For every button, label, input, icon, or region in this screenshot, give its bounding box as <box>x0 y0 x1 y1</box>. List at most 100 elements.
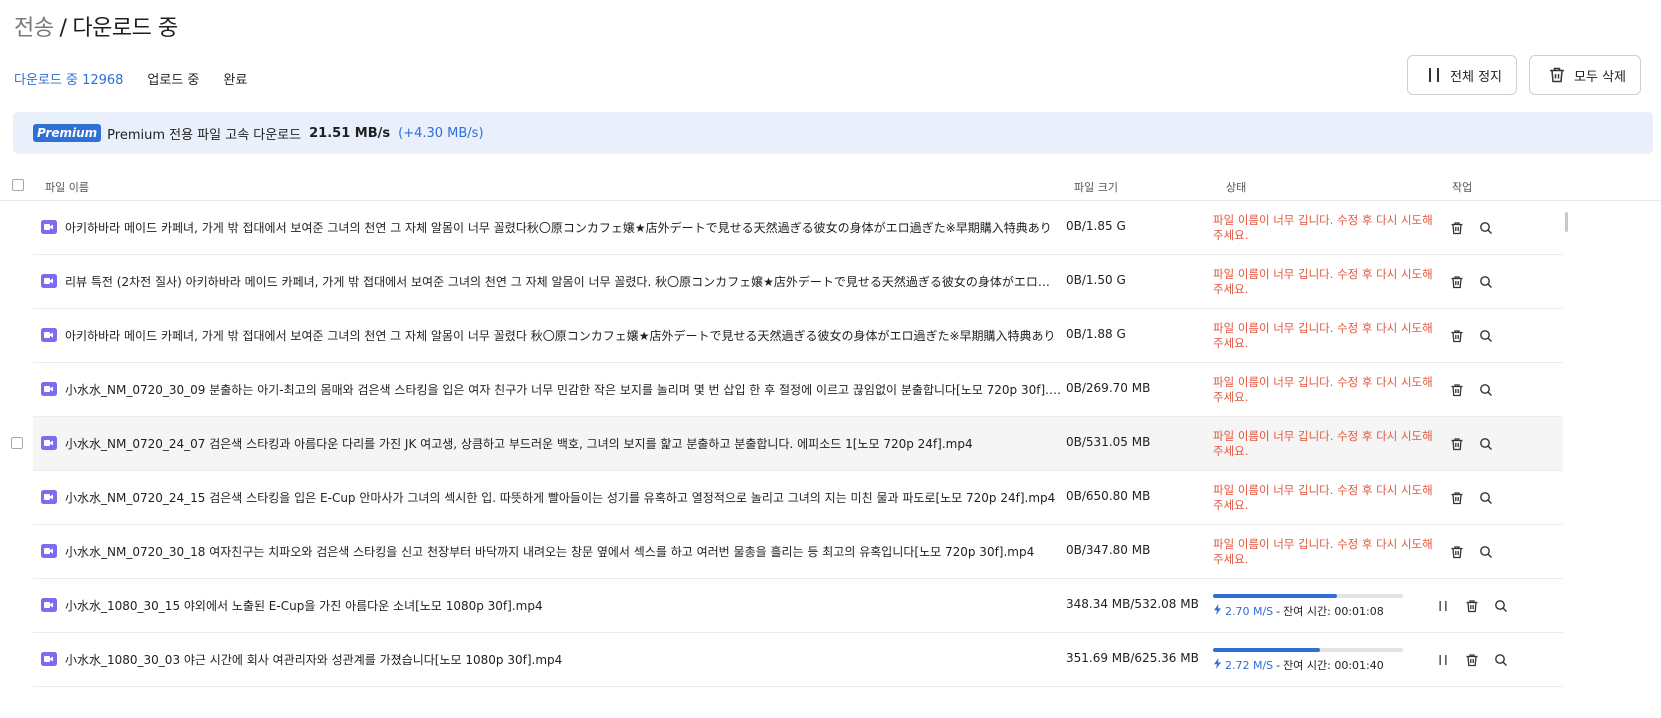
download-progress: 2.70 M/S - 잔여 시간: 00:01:08 <box>1213 594 1403 619</box>
file-name: 리뷰 특전 (2차전 질사) 아키하바라 메이드 카페녀, 가게 밖 접대에서 … <box>65 275 1061 289</box>
file-size: 0B/650.80 MB <box>1066 489 1151 503</box>
progress-info: 2.72 M/S - 잔여 시간: 00:01:40 <box>1213 657 1403 673</box>
row-actions <box>1448 219 1494 236</box>
search-icon[interactable] <box>1477 435 1494 452</box>
row-actions <box>1448 381 1494 398</box>
status-error-text: 파일 이름이 너무 깁니다. 수정 후 다시 시도해주세요. <box>1213 375 1433 404</box>
progress-fill <box>1213 648 1320 652</box>
row-checkbox[interactable] <box>11 437 23 449</box>
transfer-tabs: 다운로드 중 12968 업로드 중 완료 <box>14 69 247 88</box>
file-size: 0B/347.80 MB <box>1066 543 1151 557</box>
video-file-icon <box>40 650 58 668</box>
row-actions <box>1434 651 1509 668</box>
delete-icon[interactable] <box>1448 381 1465 398</box>
file-size: 0B/531.05 MB <box>1066 435 1151 449</box>
pause-all-button[interactable]: 전체 정지 <box>1407 55 1518 95</box>
scrollbar-thumb[interactable] <box>1565 212 1568 232</box>
table-row[interactable]: 小水水_NM_0720_30_09 분출하는 아기-최고의 몸매와 검은색 스타… <box>33 363 1563 417</box>
file-size: 348.34 MB/532.08 MB <box>1066 597 1199 611</box>
column-header-name[interactable]: 파일 이름 <box>45 179 89 195</box>
delete-icon[interactable] <box>1448 543 1465 560</box>
table-row[interactable]: 小水水_1080_30_03 야근 시간에 회사 여관리자와 성관계를 가졌습니… <box>33 633 1563 687</box>
time-remaining: 잔여 시간: 00:01:40 <box>1283 659 1384 672</box>
premium-banner: Premium Premium 전용 파일 고속 다운로드 21.51 MB/s… <box>13 112 1653 154</box>
file-size: 0B/269.70 MB <box>1066 381 1151 395</box>
row-actions <box>1448 489 1494 506</box>
column-header-status: 상태 <box>1226 181 1247 194</box>
toolbar-actions: 전체 정지 모두 삭제 <box>1407 55 1641 95</box>
column-header-action: 작업 <box>1452 181 1473 194</box>
pause-icon[interactable] <box>1434 651 1451 668</box>
video-file-icon <box>40 218 58 236</box>
file-name: 小水水_1080_30_15 야외에서 노출된 E-Cup을 가진 아름다운 소… <box>65 599 543 613</box>
video-file-icon <box>40 380 58 398</box>
delete-icon[interactable] <box>1448 435 1465 452</box>
pause-icon[interactable] <box>1434 597 1451 614</box>
pause-icon <box>1426 67 1442 83</box>
time-remaining: 잔여 시간: 00:01:08 <box>1283 605 1384 618</box>
search-icon[interactable] <box>1477 489 1494 506</box>
search-icon[interactable] <box>1492 597 1509 614</box>
delete-icon[interactable] <box>1463 651 1480 668</box>
file-size: 0B/1.50 G <box>1066 273 1126 287</box>
delete-icon[interactable] <box>1448 327 1465 344</box>
file-size: 0B/1.85 G <box>1066 219 1126 233</box>
table-row[interactable]: 아키하바라 메이드 카페녀, 가게 밖 접대에서 보여준 그녀의 천연 그 자체… <box>33 201 1563 255</box>
status-error-text: 파일 이름이 너무 깁니다. 수정 후 다시 시도해주세요. <box>1213 321 1433 350</box>
premium-text: Premium 전용 파일 고속 다운로드 <box>107 127 302 143</box>
breadcrumb-parent[interactable]: 전송 <box>14 16 54 41</box>
file-name: 小水水_NM_0720_30_09 분출하는 아기-최고의 몸매와 검은색 스타… <box>65 383 1061 397</box>
page-title: 다운로드 중 <box>72 16 178 41</box>
tab-completed[interactable]: 완료 <box>223 69 247 88</box>
table-row[interactable]: 小水水_NM_0720_24_07 검은색 스타킹과 아름다운 다리를 가진 J… <box>11 417 1563 471</box>
search-icon[interactable] <box>1477 273 1494 290</box>
premium-badge: Premium <box>33 124 102 142</box>
status-error-text: 파일 이름이 너무 깁니다. 수정 후 다시 시도해주세요. <box>1213 267 1433 296</box>
row-actions <box>1434 597 1509 614</box>
tab-downloading[interactable]: 다운로드 중 12968 <box>14 69 123 88</box>
table-row[interactable]: 小水水_NM_0720_30_18 여자친구는 치파오와 검은색 스타킹을 신고… <box>33 525 1563 579</box>
row-actions <box>1448 327 1494 344</box>
status-error-text: 파일 이름이 너무 깁니다. 수정 후 다시 시도해주세요. <box>1213 429 1433 458</box>
table-header: 파일 이름 파일 크기 상태 작업 <box>0 174 1661 198</box>
video-file-icon <box>40 488 58 506</box>
row-actions <box>1448 543 1494 560</box>
delete-icon[interactable] <box>1448 219 1465 236</box>
select-all-checkbox[interactable] <box>12 179 24 191</box>
tab-uploading[interactable]: 업로드 중 <box>147 69 199 88</box>
search-icon[interactable] <box>1477 327 1494 344</box>
table-row[interactable]: 리뷰 특전 (2차전 질사) 아키하바라 메이드 카페녀, 가게 밖 접대에서 … <box>33 255 1563 309</box>
search-icon[interactable] <box>1492 651 1509 668</box>
status-error-text: 파일 이름이 너무 깁니다. 수정 후 다시 시도해주세요. <box>1213 213 1433 242</box>
progress-fill <box>1213 594 1338 598</box>
progress-separator: - <box>1276 658 1281 672</box>
download-speed: 21.51 MB/s <box>309 125 391 141</box>
file-name: 小水水_NM_0720_24_07 검은색 스타킹과 아름다운 다리를 가진 J… <box>65 437 973 451</box>
delete-all-label: 모두 삭제 <box>1574 69 1626 85</box>
search-icon[interactable] <box>1477 219 1494 236</box>
progress-bar <box>1213 594 1403 598</box>
download-list: 아키하바라 메이드 카페녀, 가게 밖 접대에서 보여준 그녀의 천연 그 자체… <box>0 201 1661 687</box>
search-icon[interactable] <box>1477 381 1494 398</box>
delete-all-button[interactable]: 모두 삭제 <box>1529 55 1641 95</box>
column-header-size[interactable]: 파일 크기 <box>1074 179 1118 195</box>
row-actions <box>1448 273 1494 290</box>
file-name: 아키하바라 메이드 카페녀, 가게 밖 접대에서 보여준 그녀의 천연 그 자체… <box>65 221 1052 235</box>
progress-separator: - <box>1276 604 1281 618</box>
table-row[interactable]: 小水水_1080_30_15 야외에서 노출된 E-Cup을 가진 아름다운 소… <box>33 579 1563 633</box>
table-row[interactable]: 아키하바라 메이드 카페녀, 가게 밖 접대에서 보여준 그녀의 천연 그 자체… <box>33 309 1563 363</box>
file-name: 아키하바라 메이드 카페녀, 가게 밖 접대에서 보여준 그녀의 천연 그 자체… <box>65 329 1056 343</box>
row-actions <box>1448 435 1494 452</box>
delete-icon[interactable] <box>1448 273 1465 290</box>
transfer-rate: 2.72 M/S <box>1225 658 1274 672</box>
delete-icon[interactable] <box>1463 597 1480 614</box>
status-error-text: 파일 이름이 너무 깁니다. 수정 후 다시 시도해주세요. <box>1213 537 1433 566</box>
breadcrumb: 전송 / 다운로드 중 <box>14 10 178 42</box>
delete-icon[interactable] <box>1448 489 1465 506</box>
table-row[interactable]: 小水水_NM_0720_24_15 검은색 스타킹을 입은 E-Cup 안마사가… <box>33 471 1563 525</box>
search-icon[interactable] <box>1477 543 1494 560</box>
speed-bolt-icon <box>1213 604 1222 618</box>
trash-icon <box>1548 66 1566 84</box>
progress-info: 2.70 M/S - 잔여 시간: 00:01:08 <box>1213 603 1403 619</box>
file-size: 351.69 MB/625.36 MB <box>1066 651 1199 665</box>
